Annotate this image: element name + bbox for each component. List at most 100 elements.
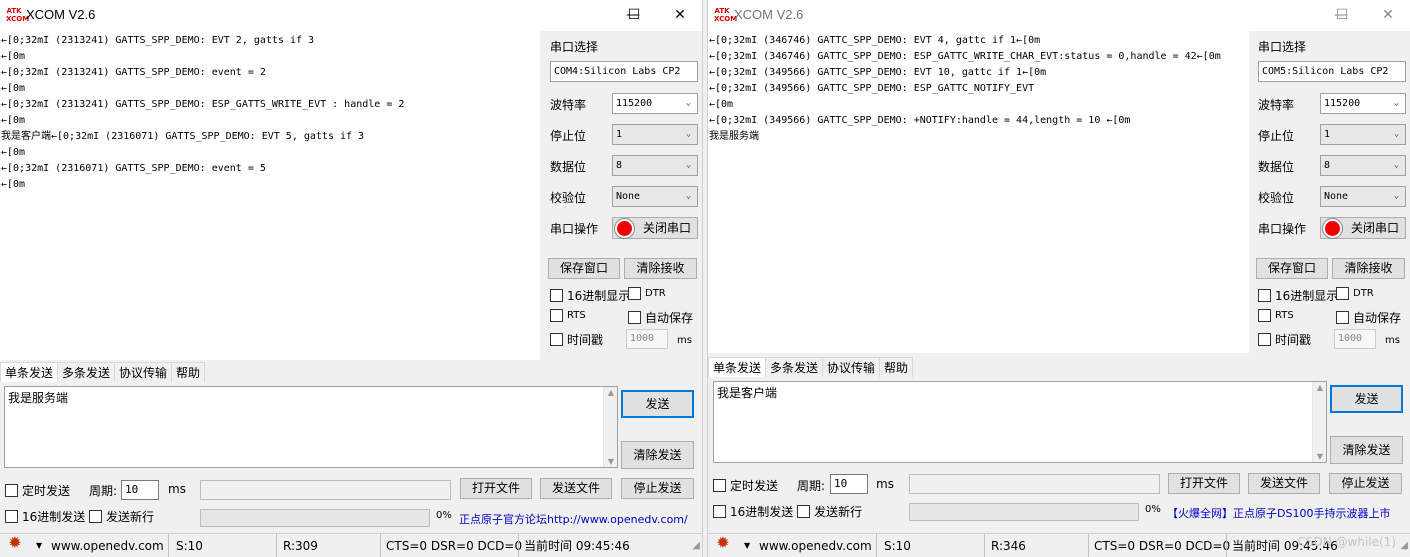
hex-send-checkbox[interactable]: 16进制发送 [713, 503, 793, 520]
clear-send-button[interactable]: 清除发送 [1330, 436, 1403, 464]
tab-help[interactable]: 帮助 [879, 357, 914, 377]
dtr-label: DTR [645, 288, 666, 299]
status-url[interactable]: www.openedv.com [51, 534, 164, 557]
timestamp-interval-input[interactable]: 1000 [1334, 329, 1376, 349]
hex-send-checkbox[interactable]: 16进制发送 [5, 508, 85, 525]
save-window-button[interactable]: 保存窗口 [1256, 258, 1328, 279]
status-url[interactable]: www.openedv.com [759, 534, 872, 557]
status-signals: CTS=0 DSR=0 DCD=0 [386, 539, 523, 553]
close-port-label: 关闭串口 [643, 221, 692, 235]
stop-send-button[interactable]: 停止发送 [1329, 473, 1402, 494]
title-bar[interactable]: ATK XCOM XCOM V2.6 — ☐ ✕ [0, 0, 702, 31]
rts-checkbox[interactable]: RTS [1258, 309, 1294, 322]
dtr-checkbox[interactable]: DTR [1336, 287, 1374, 300]
status-received: R:346 [991, 539, 1026, 553]
chevron-down-icon: ⌄ [685, 191, 692, 201]
send-tabs: 单条发送 多条发送 协议传输 帮助 [708, 357, 914, 377]
close-port-button[interactable]: 关闭串口 [612, 217, 698, 239]
send-progress-percent: 0% [1145, 504, 1161, 515]
period-input[interactable]: 10 [830, 474, 868, 494]
chevron-down-icon[interactable]: ▼ [36, 534, 42, 557]
tab-help[interactable]: 帮助 [171, 362, 206, 382]
auto-save-checkbox[interactable]: 自动保存 [1336, 309, 1401, 326]
timestamp-checkbox[interactable]: 时间戳 [550, 331, 603, 348]
open-file-button[interactable]: 打开文件 [1168, 473, 1240, 494]
timed-send-checkbox[interactable]: 定时发送 [713, 477, 778, 494]
send-input[interactable]: 我是客户端 ▲ ▼ [713, 381, 1327, 463]
baud-select[interactable]: 115200 ⌄ [1320, 93, 1406, 114]
resize-grip-icon[interactable]: ◢ [692, 534, 700, 557]
maximize-button[interactable]: ☐ [1319, 0, 1365, 30]
tab-protocol[interactable]: 协议传输 [822, 357, 881, 377]
send-scrollbar[interactable]: ▲ ▼ [1312, 382, 1326, 462]
close-button[interactable]: ✕ [1365, 0, 1410, 30]
clear-send-button[interactable]: 清除发送 [621, 441, 694, 469]
send-input[interactable]: 我是服务端 ▲ ▼ [4, 386, 618, 468]
tab-single-send[interactable]: 单条发送 [708, 357, 767, 377]
chevron-down-icon[interactable]: ▼ [744, 534, 750, 557]
hex-display-checkbox[interactable]: 16进制显示 [1258, 287, 1338, 304]
tab-multi-send[interactable]: 多条发送 [57, 362, 116, 382]
stopbit-select[interactable]: 1 ⌄ [612, 124, 698, 145]
close-port-button[interactable]: 关闭串口 [1320, 217, 1406, 239]
rts-checkbox[interactable]: RTS [550, 309, 586, 322]
send-scrollbar[interactable]: ▲ ▼ [603, 387, 617, 467]
hex-display-label: 16进制显示 [567, 289, 631, 303]
receive-area[interactable]: ←[0;32mI (2313241) GATTS_SPP_DEMO: EVT 2… [0, 31, 540, 360]
promo-link[interactable]: 【火爆全网】正点原子DS100手持示波器上市 [1167, 505, 1403, 521]
port-value: COM4:Silicon Labs CP2 [554, 66, 681, 77]
hex-display-checkbox[interactable]: 16进制显示 [550, 287, 630, 304]
title-bar[interactable]: ATK XCOM XCOM V2.6 — ☐ ✕ [708, 0, 1410, 31]
send-file-button[interactable]: 发送文件 [540, 478, 612, 499]
close-button[interactable]: ✕ [657, 0, 702, 30]
xcom-logo-icon: ATK XCOM [6, 7, 30, 23]
clear-receive-button[interactable]: 清除接收 [1332, 258, 1405, 279]
timed-send-checkbox[interactable]: 定时发送 [5, 482, 70, 499]
save-window-button[interactable]: 保存窗口 [548, 258, 620, 279]
file-path-field [909, 474, 1160, 494]
databit-select[interactable]: 8 ⌄ [1320, 155, 1406, 176]
tab-single-send[interactable]: 单条发送 [0, 362, 59, 382]
send-file-button[interactable]: 发送文件 [1248, 473, 1320, 494]
chevron-down-icon: ⌄ [685, 160, 692, 170]
baud-label: 波特率 [1258, 98, 1295, 112]
newline-send-checkbox[interactable]: 发送新行 [797, 503, 862, 520]
interval-unit: ms [677, 335, 692, 346]
timestamp-label: 时间戳 [567, 333, 604, 347]
port-label: 串口选择 [1258, 40, 1307, 54]
dtr-checkbox[interactable]: DTR [628, 287, 666, 300]
timestamp-checkbox[interactable]: 时间戳 [1258, 331, 1311, 348]
watermark: CSDN @while(1) [1297, 535, 1397, 549]
receive-area[interactable]: ←[0;32mI (346746) GATTC_SPP_DEMO: EVT 4,… [708, 31, 1249, 353]
parity-select[interactable]: None ⌄ [612, 186, 698, 207]
port-select[interactable]: COM4:Silicon Labs CP2 [550, 61, 698, 82]
send-button[interactable]: 发送 [1330, 385, 1403, 413]
period-input[interactable]: 10 [121, 480, 159, 500]
promo-link[interactable]: 正点原子官方论坛http://www.openedv.com/ [459, 511, 695, 527]
databit-label: 数据位 [550, 160, 587, 174]
open-file-button[interactable]: 打开文件 [460, 478, 532, 499]
gear-icon[interactable]: ✹ [6, 534, 24, 557]
stop-send-button[interactable]: 停止发送 [621, 478, 694, 499]
send-tabs: 单条发送 多条发送 协议传输 帮助 [0, 362, 206, 382]
stopbit-select[interactable]: 1 ⌄ [1320, 124, 1406, 145]
chevron-down-icon: ⌄ [1393, 160, 1400, 170]
baud-select[interactable]: 115200 ⌄ [612, 93, 698, 114]
tab-multi-send[interactable]: 多条发送 [765, 357, 824, 377]
hex-send-label: 16进制发送 [730, 505, 794, 519]
newline-send-checkbox[interactable]: 发送新行 [89, 508, 154, 525]
stopbit-label: 停止位 [550, 129, 587, 143]
timestamp-interval-input[interactable]: 1000 [626, 329, 668, 349]
databit-select[interactable]: 8 ⌄ [612, 155, 698, 176]
auto-save-checkbox[interactable]: 自动保存 [628, 309, 693, 326]
clear-receive-button[interactable]: 清除接收 [624, 258, 697, 279]
window-title: XCOM V2.6 [734, 7, 804, 22]
port-select[interactable]: COM5:Silicon Labs CP2 [1258, 61, 1406, 82]
tab-protocol[interactable]: 协议传输 [114, 362, 173, 382]
resize-grip-icon[interactable]: ◢ [1400, 534, 1408, 557]
maximize-button[interactable]: ☐ [611, 0, 657, 30]
baud-value: 115200 [616, 98, 653, 109]
send-button[interactable]: 发送 [621, 390, 694, 418]
gear-icon[interactable]: ✹ [714, 534, 732, 557]
parity-select[interactable]: None ⌄ [1320, 186, 1406, 207]
